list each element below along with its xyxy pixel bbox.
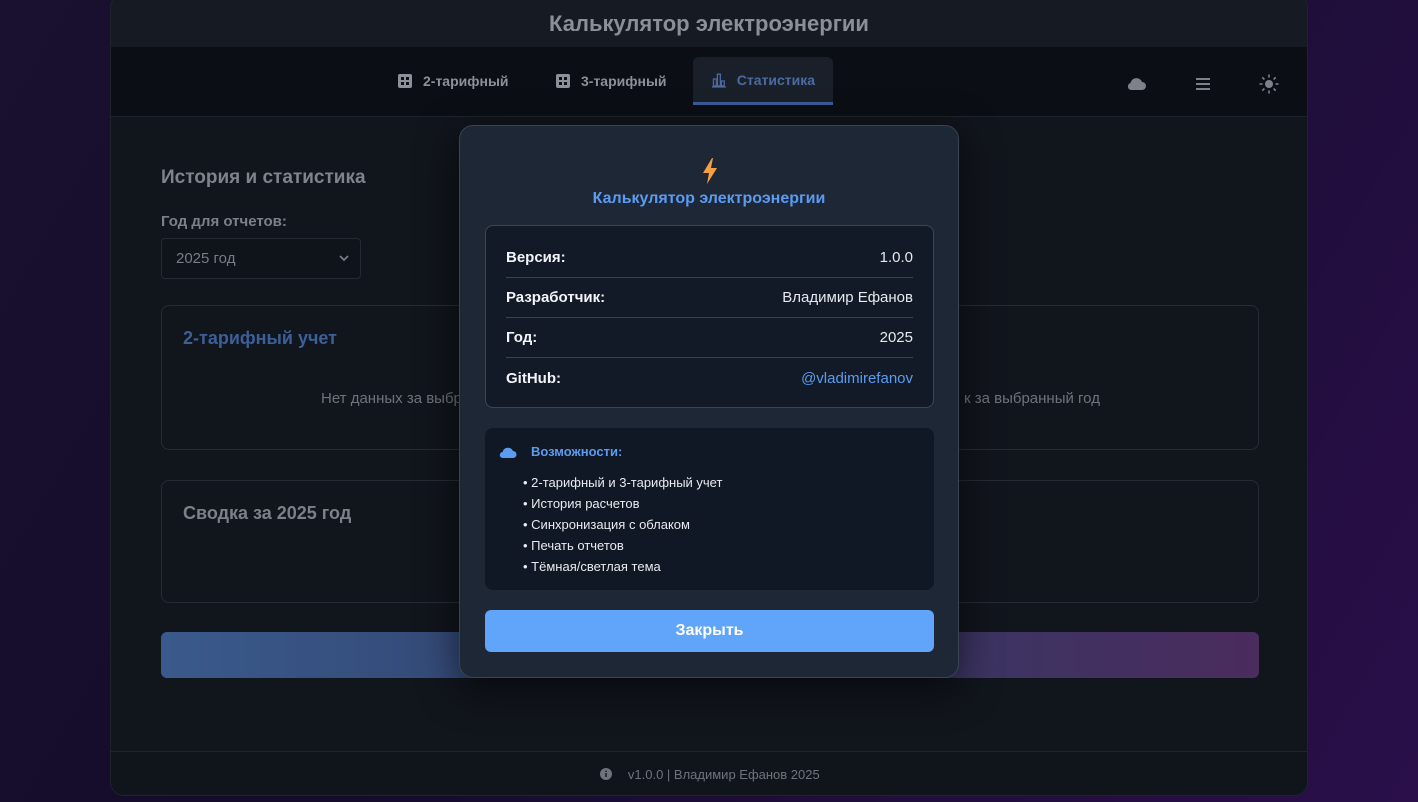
info-value: Владимир Ефанов — [782, 289, 913, 306]
info-row-github: GitHub: @vladimirefanov — [506, 358, 913, 398]
feature-item: Тёмная/светлая тема — [523, 556, 722, 577]
tab-bar: 2-тарифный 3-тарифный Статистика — [111, 47, 1307, 117]
tab-statistics[interactable]: Статистика — [693, 57, 833, 105]
features-header: Возможности: — [499, 444, 622, 459]
info-box: Версия: 1.0.0 Разработчик: Владимир Ефан… — [485, 225, 934, 408]
tab-label: Статистика — [736, 71, 815, 88]
chevron-down-icon — [339, 255, 349, 262]
info-key: Версия: — [506, 249, 566, 266]
bar-chart-icon — [711, 72, 726, 88]
year-select-value: 2025 год — [176, 250, 236, 267]
footer: v1.0.0 | Владимир Ефанов 2025 — [111, 751, 1307, 795]
year-label: Год для отчетов: — [161, 213, 287, 230]
close-button[interactable]: Закрыть — [485, 610, 934, 652]
info-row-version: Версия: 1.0.0 — [506, 238, 913, 278]
info-key: GitHub: — [506, 369, 561, 387]
tab-3-tariff[interactable]: 3-тарифный — [537, 57, 685, 105]
tab-label: 3-тарифный — [581, 73, 667, 89]
features-title: Возможности: — [531, 444, 623, 459]
footer-text: v1.0.0 | Владимир Ефанов 2025 — [627, 767, 820, 782]
features-box: Возможности: 2-тарифный и 3-тарифный уче… — [485, 428, 934, 590]
card-title: Сводка за 2025 год — [183, 503, 352, 523]
app-title: Калькулятор электроэнергии — [549, 11, 869, 36]
sun-icon[interactable] — [1258, 73, 1280, 95]
no-data-text: Нет данных за выбр — [321, 390, 462, 407]
lightning-icon — [703, 158, 717, 184]
feature-item: История расчетов — [523, 493, 722, 514]
info-key: Разработчик: — [506, 289, 606, 306]
card-title: 2-тарифный учет — [183, 328, 338, 348]
menu-icon[interactable] — [1192, 73, 1214, 95]
tab-2-tariff[interactable]: 2-тарифный — [379, 57, 527, 105]
grid-icon — [556, 74, 570, 88]
grid-icon — [398, 74, 412, 88]
info-icon — [600, 768, 613, 780]
info-row-year: Год: 2025 — [506, 318, 913, 358]
info-value: 1.0.0 — [879, 249, 913, 266]
feature-item: Синхронизация с облаком — [523, 514, 722, 535]
github-link[interactable]: @vladimirefanov — [801, 370, 913, 387]
feature-item: Печать отчетов — [523, 535, 722, 556]
tab-label: 2-тарифный — [423, 73, 509, 89]
modal-title: Калькулятор электроэнергии — [592, 190, 826, 207]
feature-item: 2-тарифный и 3-тарифный учет — [523, 472, 722, 493]
app-header: Калькулятор электроэнергии — [111, 0, 1307, 47]
info-row-developer: Разработчик: Владимир Ефанов — [506, 278, 913, 318]
no-data-text: к за выбранный год — [964, 390, 1100, 407]
cloud-icon — [499, 447, 517, 458]
about-modal: Калькулятор электроэнергии Версия: 1.0.0… — [459, 125, 959, 678]
year-select[interactable]: 2025 год — [161, 238, 361, 279]
features-list: 2-тарифный и 3-тарифный учет История рас… — [523, 472, 722, 577]
cloud-icon[interactable] — [1125, 73, 1147, 95]
info-value: 2025 — [879, 329, 913, 346]
section-title: История и статистика — [161, 167, 366, 188]
info-key: Год: — [506, 329, 538, 346]
